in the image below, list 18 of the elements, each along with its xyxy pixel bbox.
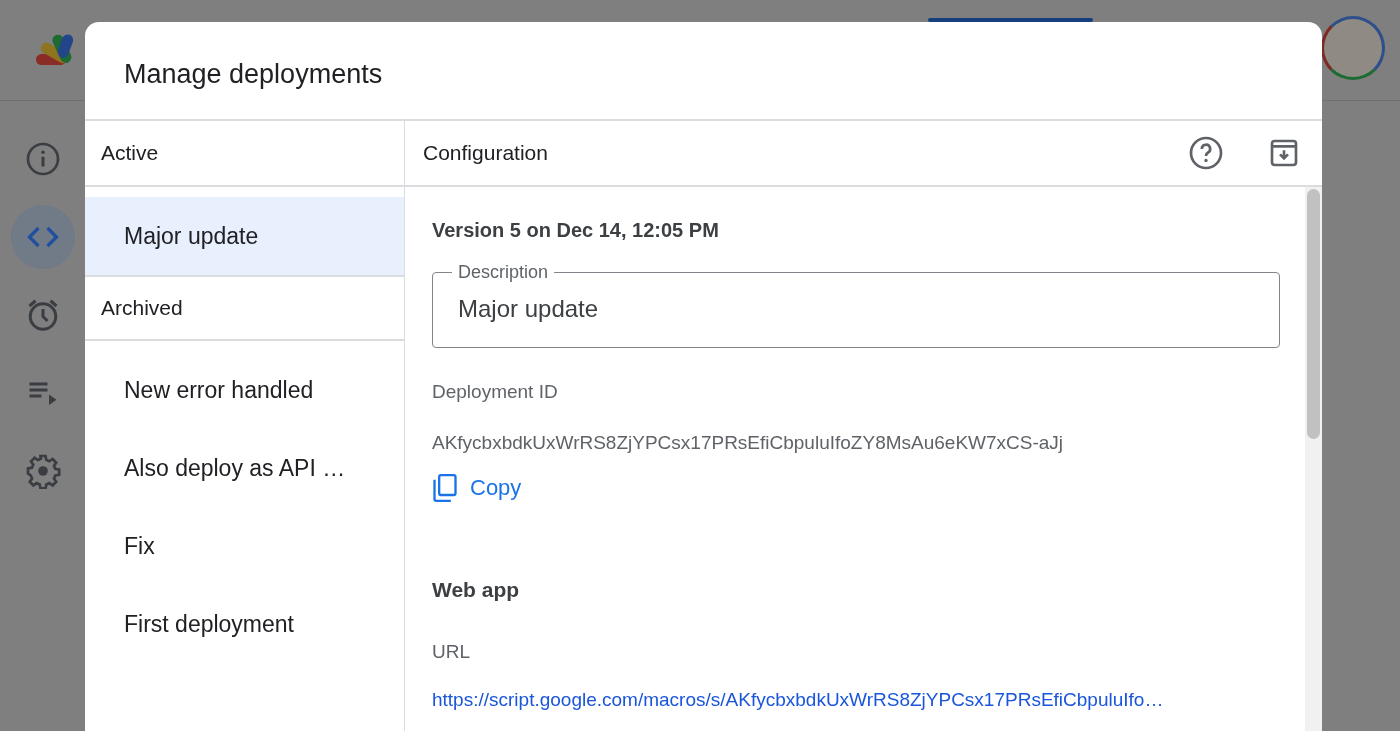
section-heading: Web app: [432, 577, 521, 603]
section-heading: Active: [101, 140, 159, 167]
scrollbar-thumb[interactable]: [1307, 189, 1320, 439]
field-label: Description: [457, 263, 550, 281]
panel-heading: Configuration: [423, 140, 549, 167]
deployment-id: AKfycbxbdkUxWrRS8ZjYPCsx17PRsEfiCbpuluIfoZY8MsAu6eKW7xCS-aJj: [432, 430, 1065, 455]
field-label: URL: [432, 639, 471, 664]
copy-button[interactable]: Copy: [432, 471, 522, 504]
version-heading: Version 5 on Dec 14, 12:05 PM: [432, 218, 720, 243]
field-label: Deployment ID: [432, 380, 559, 404]
copy-icon: [432, 473, 458, 502]
url-link[interactable]: https://script.google.com/macros/s/AKfycbxbdkUxWrRS8ZjYPCsx17PRsEfiCbpuluIfo…: [432, 686, 1164, 715]
deployment-item[interactable]: Major update: [85, 197, 404, 275]
scrollbar[interactable]: [1305, 187, 1322, 731]
dialog-title: Manage deployments: [85, 22, 1322, 121]
text-input[interactable]: Major update: [458, 281, 1254, 333]
section-heading: Archived: [101, 295, 183, 322]
description-field[interactable]: Description Major update: [432, 263, 1280, 348]
